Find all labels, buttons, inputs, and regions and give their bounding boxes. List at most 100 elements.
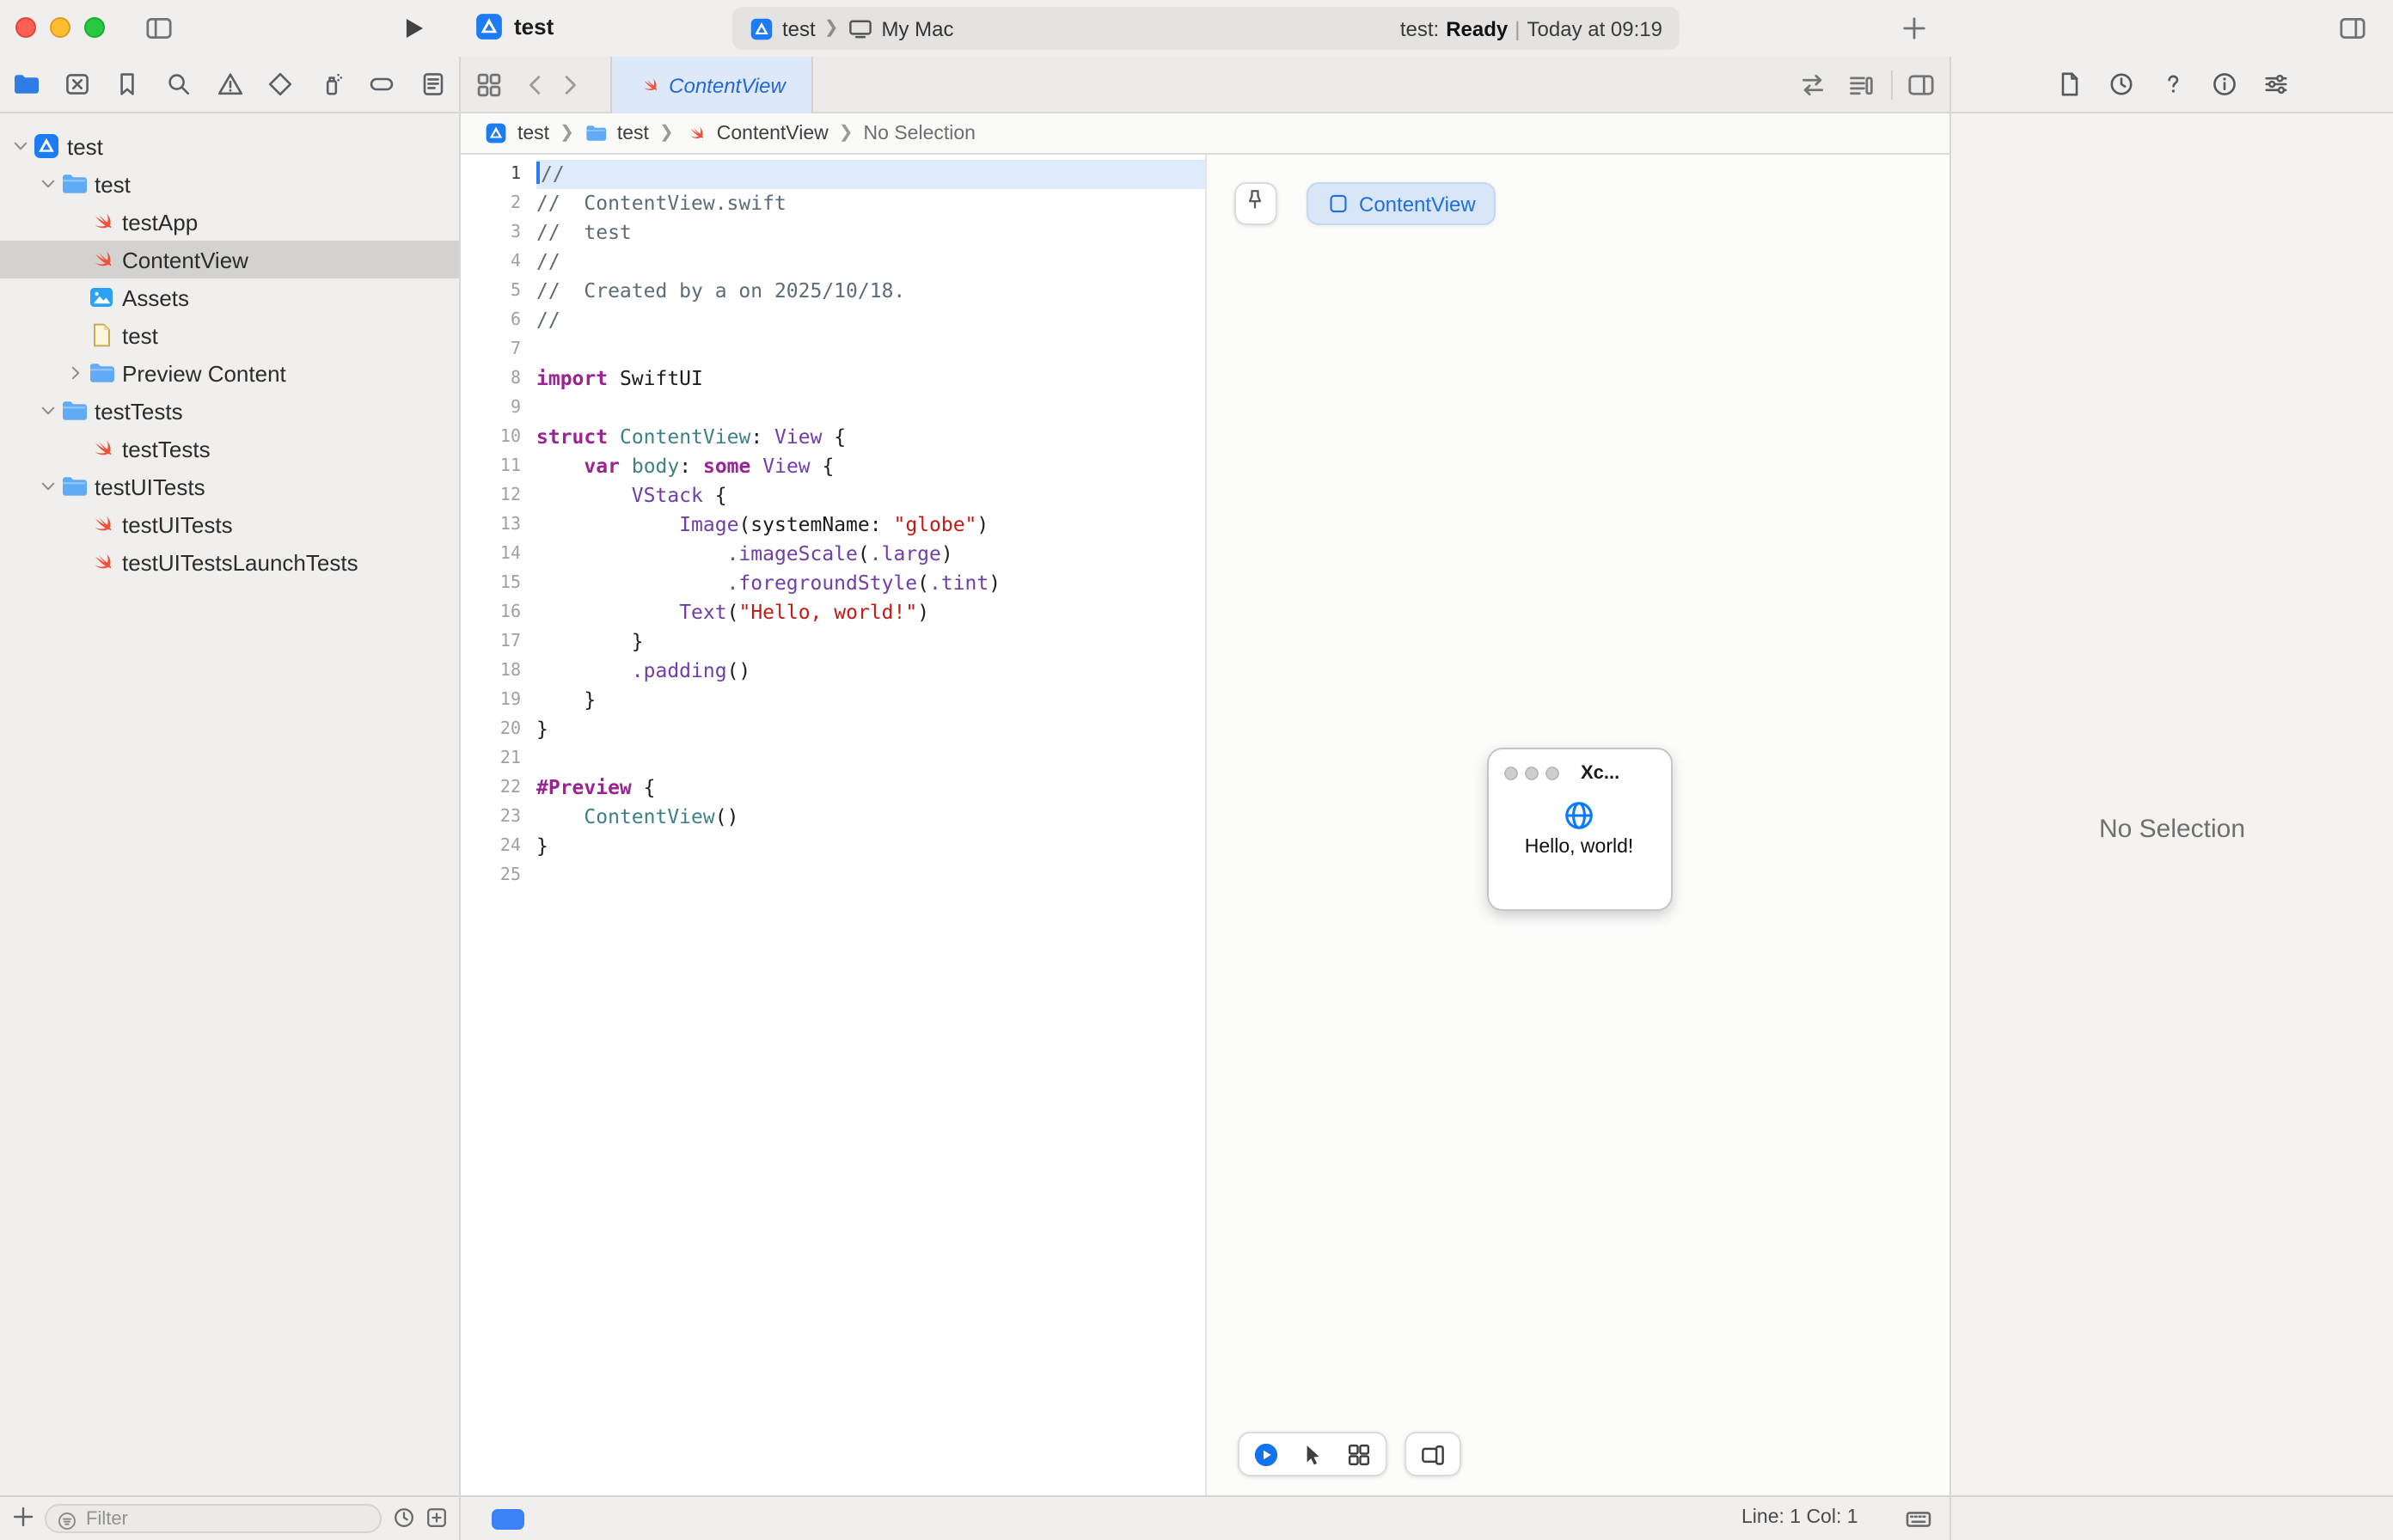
new-tab-button[interactable] <box>1900 14 1929 43</box>
source-editor[interactable]: 1//2// ContentView.swift3// test4//5// C… <box>461 155 1204 1495</box>
code-line-18[interactable]: 18 .padding() <box>461 657 1204 686</box>
code-line-12[interactable]: 12 VStack { <box>461 481 1204 510</box>
code-line-25[interactable]: 25 <box>461 861 1204 890</box>
back-button[interactable] <box>521 70 550 100</box>
tab-contentview[interactable]: ContentView <box>610 57 813 113</box>
breadcrumb-item-project[interactable]: test <box>517 123 549 144</box>
code-line-14[interactable]: 14 .imageScale(.large) <box>461 540 1204 569</box>
tree-item-testtests[interactable]: testTests <box>0 392 459 430</box>
chevron-down-icon[interactable] <box>38 400 58 421</box>
zoom-button[interactable] <box>84 17 105 38</box>
chevron-right-icon[interactable] <box>65 363 86 383</box>
pin-icon <box>1243 187 1267 220</box>
code-review-icon[interactable] <box>1798 70 1827 100</box>
tree-item-testuitests[interactable]: testUITests <box>0 468 459 505</box>
filter-field[interactable]: Filter <box>45 1504 382 1533</box>
accessibility-inspector-icon[interactable] <box>2210 70 2237 98</box>
bookmark-navigator-icon[interactable] <box>114 70 142 98</box>
code-line-2[interactable]: 2// ContentView.swift <box>461 189 1204 218</box>
code-line-5[interactable]: 5// Created by a on 2025/10/18. <box>461 277 1204 306</box>
breadcrumb-item-selection[interactable]: No Selection <box>864 123 976 144</box>
adjust-editor-options-icon[interactable] <box>1846 70 1876 100</box>
line-number: 24 <box>461 832 536 861</box>
forward-button[interactable] <box>555 70 584 100</box>
destination-name[interactable]: My Mac <box>881 16 953 40</box>
find-navigator-icon[interactable] <box>165 70 193 98</box>
code-line-15[interactable]: 15 .foregroundStyle(.tint) <box>461 569 1204 598</box>
breadcrumb-item-file[interactable]: ContentView <box>717 123 829 144</box>
preview-target-button[interactable]: ContentView <box>1306 182 1496 225</box>
minimize-button[interactable] <box>50 17 70 38</box>
code-line-9[interactable]: 9 <box>461 394 1204 423</box>
toggle-left-sidebar-button[interactable] <box>144 14 174 43</box>
code-line-11[interactable]: 11 var body: some View { <box>461 452 1204 481</box>
tree-item-assets[interactable]: Assets <box>0 278 459 316</box>
tree-item-contentview[interactable]: ContentView <box>0 241 459 278</box>
code-line-17[interactable]: 17 } <box>461 627 1204 657</box>
code-line-16[interactable]: 16 Text("Hello, world!") <box>461 598 1204 627</box>
code-line-7[interactable]: 7 <box>461 335 1204 364</box>
history-inspector-icon[interactable] <box>2107 70 2134 98</box>
source-control-filter-icon[interactable] <box>425 1506 449 1530</box>
breakpoints-toggle[interactable] <box>492 1509 524 1530</box>
issue-navigator-icon[interactable] <box>216 70 243 98</box>
test-navigator-icon[interactable] <box>266 70 294 98</box>
scheme-name[interactable]: test <box>782 16 816 40</box>
code-line-4[interactable]: 4// <box>461 248 1204 277</box>
code-line-23[interactable]: 23 ContentView() <box>461 803 1204 832</box>
tree-item-testuitests[interactable]: testUITests <box>0 505 459 543</box>
activity-status[interactable]: test: Ready | Today at 09:19 <box>1400 16 1662 40</box>
quick-help-inspector-icon[interactable] <box>2158 70 2186 98</box>
code-line-13[interactable]: 13 Image(systemName: "globe") <box>461 510 1204 540</box>
code-line-6[interactable]: 6// <box>461 306 1204 335</box>
add-editor-icon[interactable] <box>1906 70 1936 100</box>
breakpoint-navigator-icon[interactable] <box>369 70 396 98</box>
tree-item-testtests[interactable]: testTests <box>0 430 459 468</box>
chevron-down-icon[interactable] <box>10 136 31 156</box>
tree-item-test[interactable]: test <box>0 165 459 203</box>
chevron-down-icon[interactable] <box>38 174 58 194</box>
source-control-navigator-icon[interactable] <box>63 70 90 98</box>
code-line-20[interactable]: 20} <box>461 715 1204 744</box>
code-line-19[interactable]: 19 } <box>461 686 1204 715</box>
tree-item-test[interactable]: test <box>0 127 459 165</box>
appicon-icon <box>33 132 60 160</box>
selectable-preview-button[interactable] <box>1299 1441 1325 1467</box>
chevron-down-icon[interactable] <box>38 476 58 497</box>
device-settings-button[interactable] <box>1404 1432 1460 1476</box>
attributes-inspector-icon[interactable] <box>2261 70 2289 98</box>
code-line-22[interactable]: 22#Preview { <box>461 773 1204 803</box>
code-line-10[interactable]: 10struct ContentView: View { <box>461 423 1204 452</box>
project-navigator-icon[interactable] <box>12 70 40 98</box>
traffic-lights <box>15 17 105 38</box>
tree-item-test[interactable]: test <box>0 316 459 354</box>
file-inspector-icon[interactable] <box>2055 70 2083 98</box>
variants-preview-button[interactable] <box>1345 1441 1371 1467</box>
recent-files-filter-icon[interactable] <box>392 1506 416 1530</box>
pin-preview-button[interactable] <box>1233 182 1276 225</box>
toggle-right-inspector-button[interactable] <box>2338 14 2367 43</box>
add-file-button[interactable] <box>10 1504 36 1530</box>
code-line-24[interactable]: 24} <box>461 832 1204 861</box>
code-text <box>536 394 1204 423</box>
keyboard-icon[interactable] <box>1905 1506 1932 1533</box>
scheme-selector[interactable]: test ❯ My Mac <box>750 15 953 41</box>
tree-item-label: testUITests <box>95 474 205 499</box>
status-state: Ready <box>1446 16 1508 40</box>
breadcrumb-item-group[interactable]: test <box>617 123 649 144</box>
related-items-icon[interactable] <box>474 70 504 100</box>
run-button[interactable] <box>399 14 428 43</box>
close-button[interactable] <box>15 17 36 38</box>
breadcrumb-swift-icon <box>684 122 707 144</box>
debug-navigator-icon[interactable] <box>318 70 346 98</box>
report-navigator-icon[interactable] <box>419 70 447 98</box>
code-line-3[interactable]: 3// test <box>461 218 1204 248</box>
tree-item-preview-content[interactable]: Preview Content <box>0 354 459 392</box>
tree-item-testapp[interactable]: testApp <box>0 203 459 241</box>
code-line-8[interactable]: 8import SwiftUI <box>461 364 1204 394</box>
live-preview-button[interactable] <box>1252 1441 1278 1467</box>
preview-device-window[interactable]: Xc... Hello, world! <box>1486 748 1672 911</box>
tree-item-testuitestslaunchtests[interactable]: testUITestsLaunchTests <box>0 543 459 581</box>
code-line-21[interactable]: 21 <box>461 744 1204 773</box>
code-line-1[interactable]: 1// <box>461 160 1204 189</box>
